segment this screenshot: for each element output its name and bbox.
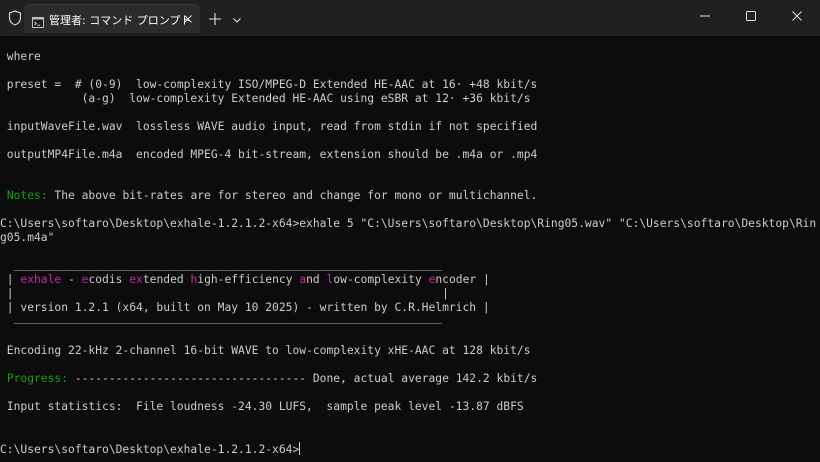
text-encoding: Encoding 22-kHz 2-channel 16-bit WAVE to… — [0, 344, 531, 357]
terminal-window: 管理者: コマンド プロンプト where preset = # (0-9) l… — [0, 0, 820, 462]
notes-text: The above bit-rates are for stereo and c… — [47, 189, 538, 202]
maximize-icon — [746, 11, 756, 21]
notes-line: Notes: The above bit-rates are for stere… — [0, 189, 538, 203]
banner-ow: ow-complexity — [333, 273, 429, 286]
banner-left-border: | — [0, 273, 21, 286]
close-window-button[interactable] — [774, 0, 820, 32]
close-icon — [792, 11, 802, 21]
banner-ncoder: ncoder | — [435, 273, 490, 286]
banner-nd: nd — [306, 273, 327, 286]
shield-icon — [8, 10, 22, 26]
banner-dash: - — [61, 273, 82, 286]
text-preset-line-2: (a-g) low-complexity Extended HE-AAC usi… — [0, 92, 531, 105]
progress-line: Progress: ------------------------------… — [0, 372, 538, 386]
text-input-file: inputWaveFile.wav lossless WAVE audio in… — [0, 120, 538, 133]
banner-letters-ex: ex — [129, 273, 143, 286]
banner-codis: codis — [88, 273, 130, 286]
text-output-file: outputMP4File.m4a encoded MPEG-4 bit-str… — [0, 148, 538, 161]
minimize-icon — [700, 15, 710, 17]
prompt-text: C:\Users\softaro\Desktop\exhale-1.2.1.2-… — [0, 443, 300, 456]
banner-title-line: | exhale - ecodis extended high-efficien… — [0, 273, 490, 287]
command-line-2: g05.m4a" — [0, 231, 55, 244]
minimize-button[interactable] — [682, 0, 728, 32]
title-bar[interactable]: 管理者: コマンド プロンプト — [0, 0, 820, 36]
banner-tended: tended — [142, 273, 191, 286]
command-prompt-icon — [32, 13, 44, 28]
command-line-1: C:\Users\softaro\Desktop\exhale-1.2.1.2-… — [0, 217, 817, 230]
text-preset-line-1: preset = # (0-9) low-complexity ISO/MPEG… — [0, 78, 538, 91]
text-cursor — [299, 442, 301, 455]
banner-blank-line: | | — [0, 287, 449, 300]
close-icon[interactable] — [178, 9, 198, 29]
banner-bottom-border: ________________________________________… — [0, 311, 443, 324]
text-where: where — [0, 50, 41, 63]
banner-igh: igh-efficiency — [197, 273, 300, 286]
text-input-statistics: Input statistics: File loudness -24.30 L… — [0, 400, 524, 413]
maximize-button[interactable] — [728, 0, 774, 32]
tab-title: 管理者: コマンド プロンプト — [49, 14, 192, 27]
banner-exhale: exhale — [20, 273, 62, 286]
notes-label: Notes: — [6, 189, 48, 202]
plus-icon[interactable] — [206, 10, 224, 28]
banner-top-border: ________________________________________… — [0, 258, 443, 271]
progress-label: Progress: — [6, 372, 69, 385]
prompt-line[interactable]: C:\Users\softaro\Desktop\exhale-1.2.1.2-… — [0, 442, 301, 457]
chevron-down-icon[interactable] — [230, 12, 244, 26]
tab-command-prompt[interactable]: 管理者: コマンド プロンプト — [24, 4, 200, 33]
progress-text: ---------------------------------- Done,… — [68, 372, 538, 385]
terminal-output[interactable]: where preset = # (0-9) low-complexity IS… — [0, 36, 820, 462]
